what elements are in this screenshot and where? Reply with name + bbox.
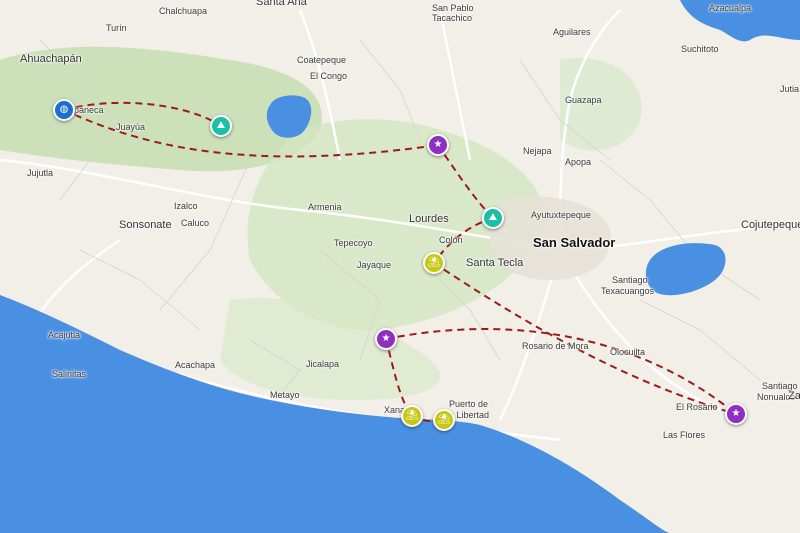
place-label: Acajutla <box>48 330 81 340</box>
map-marker-star[interactable]: ★ <box>375 328 397 350</box>
capital-label: San Salvador <box>533 235 616 250</box>
place-label: Armenia <box>308 202 342 212</box>
place-label: Azacualpa <box>709 3 752 13</box>
place-label: El Rosario <box>676 402 718 412</box>
place-label: Coatepeque <box>297 55 347 65</box>
star-icon: ★ <box>731 408 741 419</box>
place-label: Apopa <box>565 157 592 167</box>
place-label: Jicalapa <box>306 359 340 369</box>
place-label: Ahuachapán <box>20 53 82 65</box>
map-marker-hiking[interactable]: ⛰ <box>210 115 232 137</box>
place-label: Sonsonate <box>119 219 172 231</box>
map-marker-beach[interactable]: ⛱ <box>423 252 445 274</box>
place-label: Santa Ana <box>256 0 307 8</box>
star-icon: ★ <box>381 333 391 344</box>
place-label: Jutia <box>780 84 800 94</box>
lake-ilopango <box>645 243 726 296</box>
place-label: Aguilares <box>553 27 591 37</box>
place-label: Santiago <box>612 275 648 285</box>
place-label: Acachapa <box>175 360 216 370</box>
place-label: Texacuangos <box>601 286 655 296</box>
place-label: Santa Tecla <box>466 257 524 269</box>
hiking-icon: ⛰ <box>216 120 226 131</box>
place-label: Jayaque <box>357 260 392 270</box>
place-label: Caluco <box>181 218 210 228</box>
place-label: Izalco <box>174 201 198 211</box>
map-marker-star[interactable]: ★ <box>427 134 449 156</box>
place-label: Metayo <box>270 390 300 400</box>
place-label: a Libertad <box>449 410 490 420</box>
place-label: Guazapa <box>565 95 602 105</box>
place-label: El Congo <box>310 71 348 81</box>
place-label: Suchitoto <box>681 44 719 54</box>
hiking-icon: ⛰ <box>488 212 498 223</box>
place-label: Puerto de <box>449 399 489 409</box>
place-label: paneca <box>74 105 104 115</box>
place-label: Tacachico <box>432 13 473 23</box>
map-basemap <box>0 0 800 533</box>
place-label: Colón <box>439 235 463 245</box>
map-marker-beach[interactable]: ⛱ <box>401 405 423 427</box>
place-label: Nejapa <box>523 146 552 156</box>
map-marker-globe[interactable]: ◍ <box>53 99 75 121</box>
map-marker-hiking[interactable]: ⛰ <box>482 207 504 229</box>
place-label: Za <box>788 390 800 402</box>
place-label: Las Flores <box>663 430 706 440</box>
place-label: Tepecoyo <box>334 238 373 248</box>
place-label: Lourdes <box>409 213 449 225</box>
beach-umbrella-icon: ⛱ <box>427 257 441 268</box>
place-label: Cojutepeque <box>741 219 800 231</box>
place-label: Turín <box>106 23 127 33</box>
place-label: Rosario de Mora <box>522 341 589 351</box>
place-label: San Pablo <box>432 3 474 13</box>
beach-umbrella-icon: ⛱ <box>405 410 419 421</box>
globe-icon: ◍ <box>59 104 69 115</box>
star-icon: ★ <box>433 139 443 150</box>
place-label: Ayutuxtepeque <box>531 210 591 220</box>
place-label: Olocuilta <box>610 347 646 357</box>
place-label: Salinitas <box>52 369 87 379</box>
map-canvas[interactable]: Chalchuapa Santa Ana Turín Ahuachapán pa… <box>0 0 800 533</box>
place-label: Juayúa <box>116 122 146 132</box>
place-label: Jujutla <box>27 168 54 178</box>
map-marker-beach[interactable]: ⛱ <box>433 409 455 431</box>
beach-umbrella-icon: ⛱ <box>437 414 451 425</box>
map-marker-star[interactable]: ★ <box>725 403 747 425</box>
place-label: Chalchuapa <box>159 6 208 16</box>
